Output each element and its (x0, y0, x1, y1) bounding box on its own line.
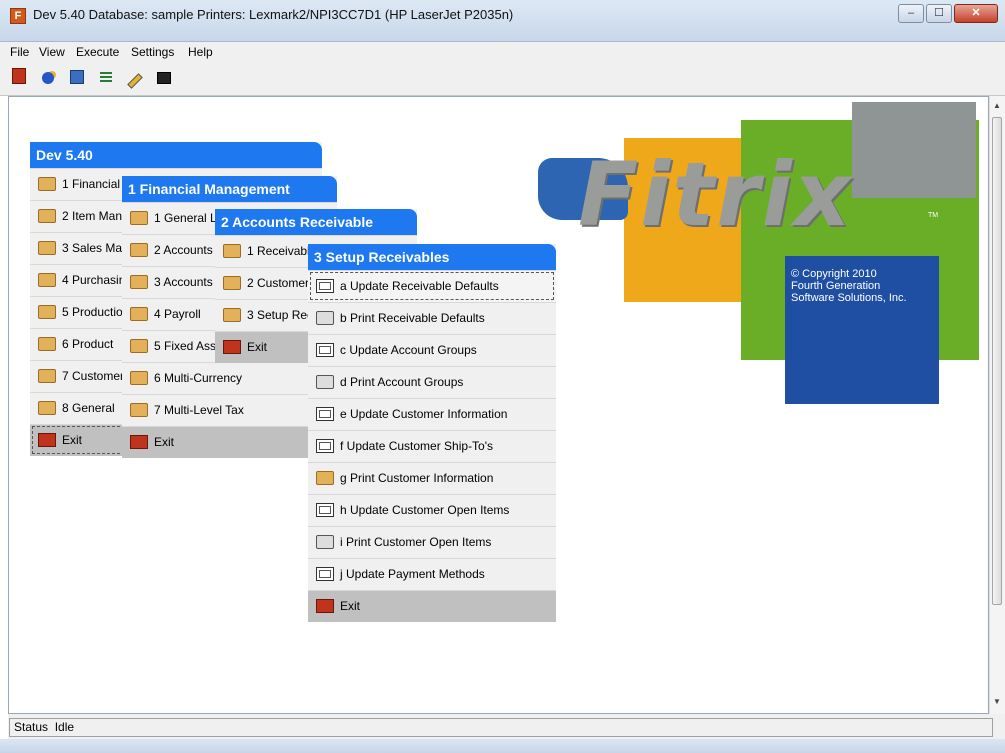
exit-icon[interactable] (8, 68, 30, 90)
panel-title: 3 Setup Receivables (308, 244, 556, 270)
app-icon: F (10, 8, 26, 24)
exit-item[interactable]: Exit (122, 426, 337, 458)
folder-icon (130, 274, 148, 289)
exit-item[interactable]: Exit (308, 590, 556, 622)
folder-icon (38, 368, 56, 383)
folder-icon (130, 210, 148, 225)
folder-icon (130, 370, 148, 385)
copyright-text: © Copyright 2010 Fourth Generation Softw… (791, 268, 907, 304)
folder-icon (38, 208, 56, 223)
scroll-up-icon[interactable]: ▲ (989, 98, 1005, 114)
folder-icon (223, 275, 241, 290)
panel-title: 1 Financial Management (122, 176, 337, 202)
menu-item-print-account-groups[interactable]: d Print Account Groups (308, 366, 556, 398)
menu-item-print-customer-open-items[interactable]: i Print Customer Open Items (308, 526, 556, 558)
menu-item-update-receivable-defaults[interactable]: a Update Receivable Defaults (308, 270, 556, 302)
folder-icon (223, 307, 241, 322)
menu-help[interactable]: Help (188, 45, 213, 59)
folder-icon (130, 242, 148, 257)
scroll-down-icon[interactable]: ▼ (989, 694, 1005, 710)
toolbar (0, 62, 1005, 96)
menu-item-update-customer-ship-tos[interactable]: f Update Customer Ship-To's (308, 430, 556, 462)
panel-title: 2 Accounts Receivable (215, 209, 417, 235)
folder-icon (130, 338, 148, 353)
exit-icon (223, 339, 241, 354)
scroll-thumb[interactable] (992, 117, 1002, 605)
menu-item-multi-currency[interactable]: 6 Multi-Currency (122, 362, 337, 394)
printer-icon (316, 310, 334, 325)
window-icon[interactable] (153, 68, 175, 90)
exit-icon (38, 432, 56, 447)
menu-item-print-receivable-defaults[interactable]: b Print Receivable Defaults (308, 302, 556, 334)
menu-execute[interactable]: Execute (76, 45, 119, 59)
menu-view[interactable]: View (39, 45, 65, 59)
folder-icon (38, 336, 56, 351)
window-bottom-border (0, 739, 1005, 753)
menu-item-multi-level-tax[interactable]: 7 Multi-Level Tax (122, 394, 337, 426)
document-icon (316, 566, 334, 581)
printer-icon (316, 534, 334, 549)
trademark-mark: TM (928, 212, 939, 219)
edit-icon[interactable] (124, 68, 146, 90)
folder-icon (130, 402, 148, 417)
document-icon (316, 278, 334, 293)
exit-icon (130, 434, 148, 449)
list-icon[interactable] (95, 68, 117, 90)
menu-item-update-customer-open-items[interactable]: h Update Customer Open Items (308, 494, 556, 526)
menu-item-update-account-groups[interactable]: c Update Account Groups (308, 334, 556, 366)
document-icon (316, 502, 334, 517)
printer-icon (316, 374, 334, 389)
document-icon (316, 342, 334, 357)
folder-icon (130, 306, 148, 321)
menu-settings[interactable]: Settings (131, 45, 174, 59)
folder-icon (316, 470, 334, 485)
folder-icon (38, 272, 56, 287)
folder-icon (38, 240, 56, 255)
window-title: Dev 5.40 Database: sample Printers: Lexm… (33, 7, 514, 22)
close-button[interactable]: ✕ (954, 4, 998, 23)
menu-panel-setup-receivables: 3 Setup Receivables a Update Receivable … (308, 244, 556, 622)
status-text: Status Idle (9, 718, 993, 737)
maximize-button[interactable]: ☐ (926, 4, 952, 23)
menu-item-update-customer-information[interactable]: e Update Customer Information (308, 398, 556, 430)
paint-icon[interactable] (37, 68, 59, 90)
panel-title: Dev 5.40 (30, 142, 322, 168)
document-icon (316, 406, 334, 421)
logo-wordmark: Fitrix (578, 143, 853, 246)
menu-item-print-customer-information[interactable]: g Print Customer Information (308, 462, 556, 494)
folder-icon (223, 243, 241, 258)
menu-file[interactable]: File (10, 45, 29, 59)
copy-icon[interactable] (66, 68, 88, 90)
folder-icon (38, 176, 56, 191)
menu-bar: File View Execute Settings Help (0, 42, 1005, 62)
menu-item-update-payment-methods[interactable]: j Update Payment Methods (308, 558, 556, 590)
document-icon (316, 438, 334, 453)
folder-icon (38, 400, 56, 415)
exit-icon (316, 598, 334, 613)
folder-icon (38, 304, 56, 319)
minimize-button[interactable]: – (898, 4, 924, 23)
